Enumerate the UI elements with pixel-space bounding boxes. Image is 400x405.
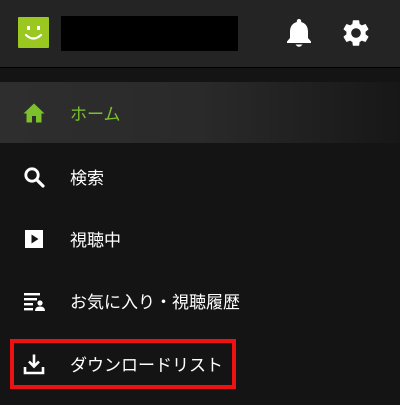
nav-item-label: 視聴中 [70,231,121,251]
play-icon [22,227,46,251]
nav-item-label: ホーム [70,105,121,125]
notifications-button[interactable] [280,14,318,52]
nav-item-download-list[interactable]: ダウンロードリスト [0,333,400,394]
nav-item-watching[interactable]: 視聴中 [0,208,400,269]
nav-item-label: 検索 [70,169,104,189]
avatar[interactable] [18,17,49,48]
smiley-icon [24,26,43,40]
nav-item-search[interactable]: 検索 [0,146,400,207]
playlist-person-icon [22,289,46,313]
account-name [61,16,238,51]
drawer-header [0,0,400,67]
header-divider [0,67,400,68]
nav-item-favorites-history[interactable]: お気に入り・視聴履歴 [0,270,400,331]
app-drawer: ホーム 検索 視聴中 お気に入り・視聴履歴 ダウンロードリスト [0,0,400,405]
bell-icon [287,19,311,47]
download-icon [22,352,46,376]
nav-item-label: お気に入り・視聴履歴 [70,293,240,313]
nav-item-home[interactable]: ホーム [0,82,400,143]
nav-item-label: ダウンロードリスト [70,356,223,376]
search-icon [22,165,46,189]
home-icon [22,101,46,125]
settings-button[interactable] [337,14,375,52]
gear-icon [343,20,369,46]
